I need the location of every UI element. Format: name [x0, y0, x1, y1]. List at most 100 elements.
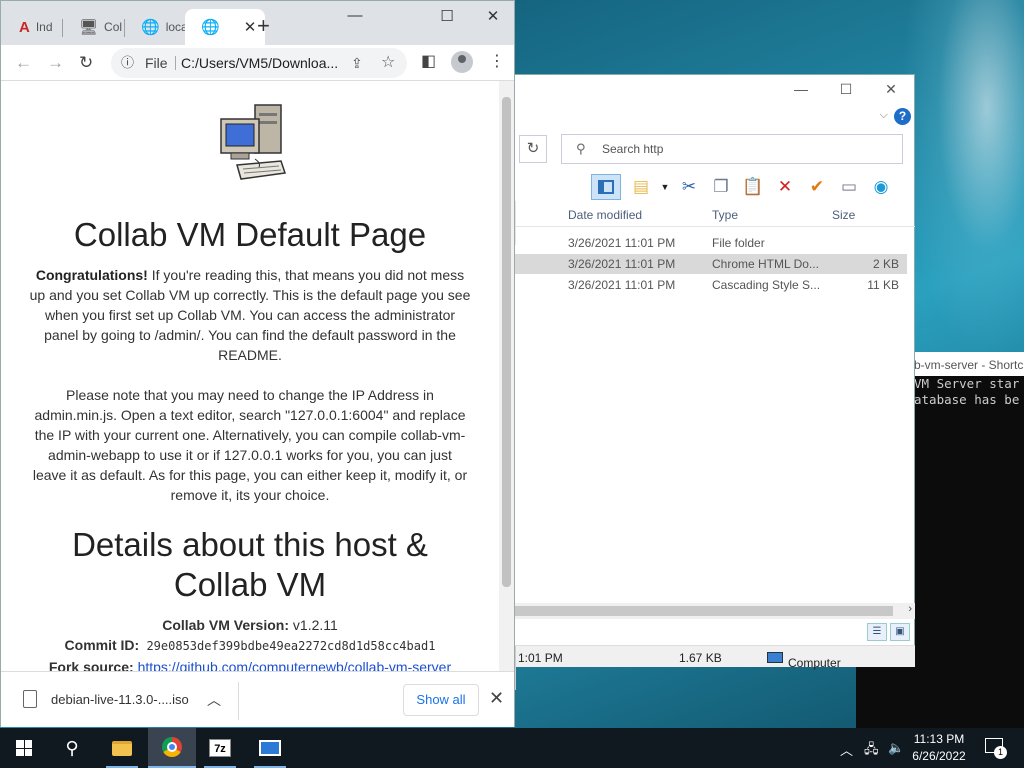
folder-icon — [112, 740, 132, 756]
computer-icon: 🖥 — [79, 19, 99, 36]
download-filename[interactable]: debian-live-11.3.0-....iso — [51, 692, 189, 707]
maximize-button[interactable]: ☐ — [435, 7, 459, 25]
back-icon[interactable]: ← — [15, 53, 32, 73]
search-button[interactable]: ⚲ — [48, 728, 96, 768]
globe-icon: 🌐 — [201, 19, 220, 36]
forward-icon[interactable]: → — [47, 53, 64, 73]
version-value: v1.2.11 — [289, 617, 338, 633]
column-headers: Date modified Type Size — [515, 201, 915, 245]
chevron-up-icon[interactable]: ︿ — [207, 690, 221, 710]
globe-icon[interactable]: ◉ — [869, 175, 893, 199]
fork-line: Fork source: https://github.com/computer… — [1, 657, 499, 671]
scroll-right-icon[interactable]: › — [908, 603, 912, 615]
share-icon[interactable]: ⇪ — [351, 48, 363, 78]
close-tab-icon[interactable]: ✕ — [244, 18, 257, 36]
file-row-selected[interactable]: 3/26/2021 11:01 PM Chrome HTML Do... 2 K… — [515, 254, 907, 274]
file-row[interactable]: 3/26/2021 11:01 PM File folder — [515, 233, 907, 253]
file-explorer-window[interactable]: — ☐ ✕ ⌵ ? ↻ ⚲ Search http ▤ ▼ ✂ ❐ 📋 ✕ ✔ … — [514, 74, 915, 690]
maximize-button[interactable]: ☐ — [834, 81, 858, 98]
tab-2[interactable]: 🖥 Col — [63, 9, 125, 45]
intro-bold: Congratulations! — [35, 267, 148, 283]
page-content: Collab VM Default Page Congratulations! … — [1, 81, 499, 671]
desktop-wallpaper — [900, 0, 1024, 360]
windows-logo-icon — [16, 740, 32, 756]
chrome-window[interactable]: A Ind 🖥 Col 🌐 loca 🌐 ✕ + — ☐ ✕ ← → ↻ ⓘ F… — [0, 0, 515, 727]
status-bar: 1:01 PM 1.67 KB Computer — [515, 645, 915, 690]
vertical-scrollbar[interactable] — [499, 81, 514, 671]
fork-link[interactable]: https://github.com/computernewb/collab-v… — [138, 659, 452, 671]
network-icon[interactable]: 🖧 — [864, 740, 879, 762]
column-type[interactable]: Type — [712, 208, 738, 222]
url-scheme: File — [145, 55, 168, 71]
chevron-up-icon[interactable]: ︿ — [840, 740, 853, 759]
clock-date: 6/26/2022 — [912, 749, 966, 763]
large-icons-view-icon[interactable]: ▣ — [890, 623, 910, 641]
url-text[interactable]: C:/Users/VM5/Downloa... — [181, 48, 338, 78]
taskbar: ⚲ 7z ︿ 🖧 🔈 11:13 PM 6/26/2022 1 — [0, 728, 1024, 768]
computer-illustration-icon — [220, 104, 286, 180]
clock[interactable]: 11:13 PM 6/26/2022 — [908, 731, 970, 765]
address-bar[interactable]: ⓘ File C:/Users/VM5/Downloa... ⇪ ☆ — [111, 48, 407, 78]
7zip-taskbar-button[interactable]: 7z — [196, 728, 244, 768]
ribbon-toggle-icon[interactable]: ⌵ — [880, 109, 888, 122]
side-panel-icon[interactable]: ◧ — [421, 51, 436, 71]
search-placeholder: Search http — [602, 142, 664, 156]
new-tab-button[interactable]: + — [257, 13, 270, 39]
view-buttons: ☰ ▣ — [867, 623, 910, 641]
help-icon[interactable]: ? — [894, 108, 911, 125]
details-view-icon[interactable]: ☰ — [867, 623, 887, 641]
close-button[interactable]: ✕ — [879, 81, 903, 98]
scrollbar-thumb[interactable] — [502, 97, 511, 587]
intro-paragraph: Congratulations! If you're reading this,… — [29, 265, 471, 365]
file-date: 3/26/2021 11:01 PM — [568, 278, 676, 292]
refresh-button[interactable]: ↻ — [519, 135, 547, 163]
close-window-button[interactable]: ✕ — [481, 7, 505, 25]
file-date: 3/26/2021 11:01 PM — [568, 257, 676, 271]
tab-active[interactable]: 🌐 ✕ — [185, 9, 265, 45]
file-type: Cascading Style S... — [712, 278, 821, 292]
start-button[interactable] — [0, 728, 48, 768]
file-explorer-taskbar-button[interactable] — [98, 728, 146, 768]
copy-icon[interactable]: ❐ — [709, 175, 733, 199]
letter-a-icon: A — [19, 18, 30, 36]
profile-avatar-icon[interactable] — [451, 51, 473, 73]
close-download-bar-icon[interactable]: ✕ — [489, 688, 504, 709]
column-size[interactable]: Size — [832, 208, 855, 222]
horizontal-scrollbar[interactable]: › — [515, 603, 915, 619]
minimize-button[interactable]: — — [343, 7, 367, 24]
menu-kebab-icon[interactable]: ⋮ — [489, 51, 505, 71]
properties-icon[interactable]: ▭ — [837, 175, 861, 199]
note-paragraph: Please note that you may need to change … — [32, 387, 468, 503]
chrome-taskbar-button[interactable] — [148, 728, 196, 768]
notification-badge: 1 — [994, 746, 1007, 759]
fork-label: Fork source: — [48, 659, 134, 671]
app-taskbar-button[interactable] — [246, 728, 294, 768]
status-location: Computer — [767, 651, 841, 670]
commit-value: 29e0853def399bdbe49ea2272cd8d1d58cc4bad1 — [139, 639, 436, 653]
delete-icon[interactable]: ✕ — [773, 175, 797, 199]
status-location-label: Computer — [788, 656, 841, 670]
tab-1[interactable]: A Ind — [3, 9, 63, 45]
tab-3[interactable]: 🌐 loca — [125, 9, 188, 45]
new-folder-icon[interactable]: ▤ — [629, 175, 653, 199]
preview-pane-icon[interactable] — [591, 174, 621, 200]
paste-icon[interactable]: 📋 — [741, 175, 765, 199]
download-bar: debian-live-11.3.0-....iso ︿ Show all ✕ — [1, 671, 514, 727]
file-row[interactable]: 3/26/2021 11:01 PM Cascading Style S... … — [515, 275, 907, 295]
cut-icon[interactable]: ✂ — [677, 175, 701, 199]
show-all-button[interactable]: Show all — [403, 684, 479, 716]
dropdown-arrow-icon[interactable]: ▼ — [661, 175, 670, 199]
info-icon[interactable]: ⓘ — [121, 48, 134, 78]
checkmark-icon[interactable]: ✔ — [805, 175, 829, 199]
column-date-modified[interactable]: Date modified — [568, 208, 642, 222]
search-input[interactable]: ⚲ Search http — [561, 134, 903, 164]
reload-icon[interactable]: ↻ — [79, 53, 93, 73]
computer-icon — [767, 652, 783, 663]
tab-label: Ind — [35, 20, 53, 34]
volume-icon[interactable]: 🔈 — [888, 740, 904, 756]
status-size: 1.67 KB — [679, 651, 722, 665]
scrollbar-thumb[interactable] — [515, 606, 893, 616]
minimize-button[interactable]: — — [789, 81, 813, 97]
file-date: 3/26/2021 11:01 PM — [568, 236, 676, 250]
bookmark-star-icon[interactable]: ☆ — [381, 48, 395, 78]
